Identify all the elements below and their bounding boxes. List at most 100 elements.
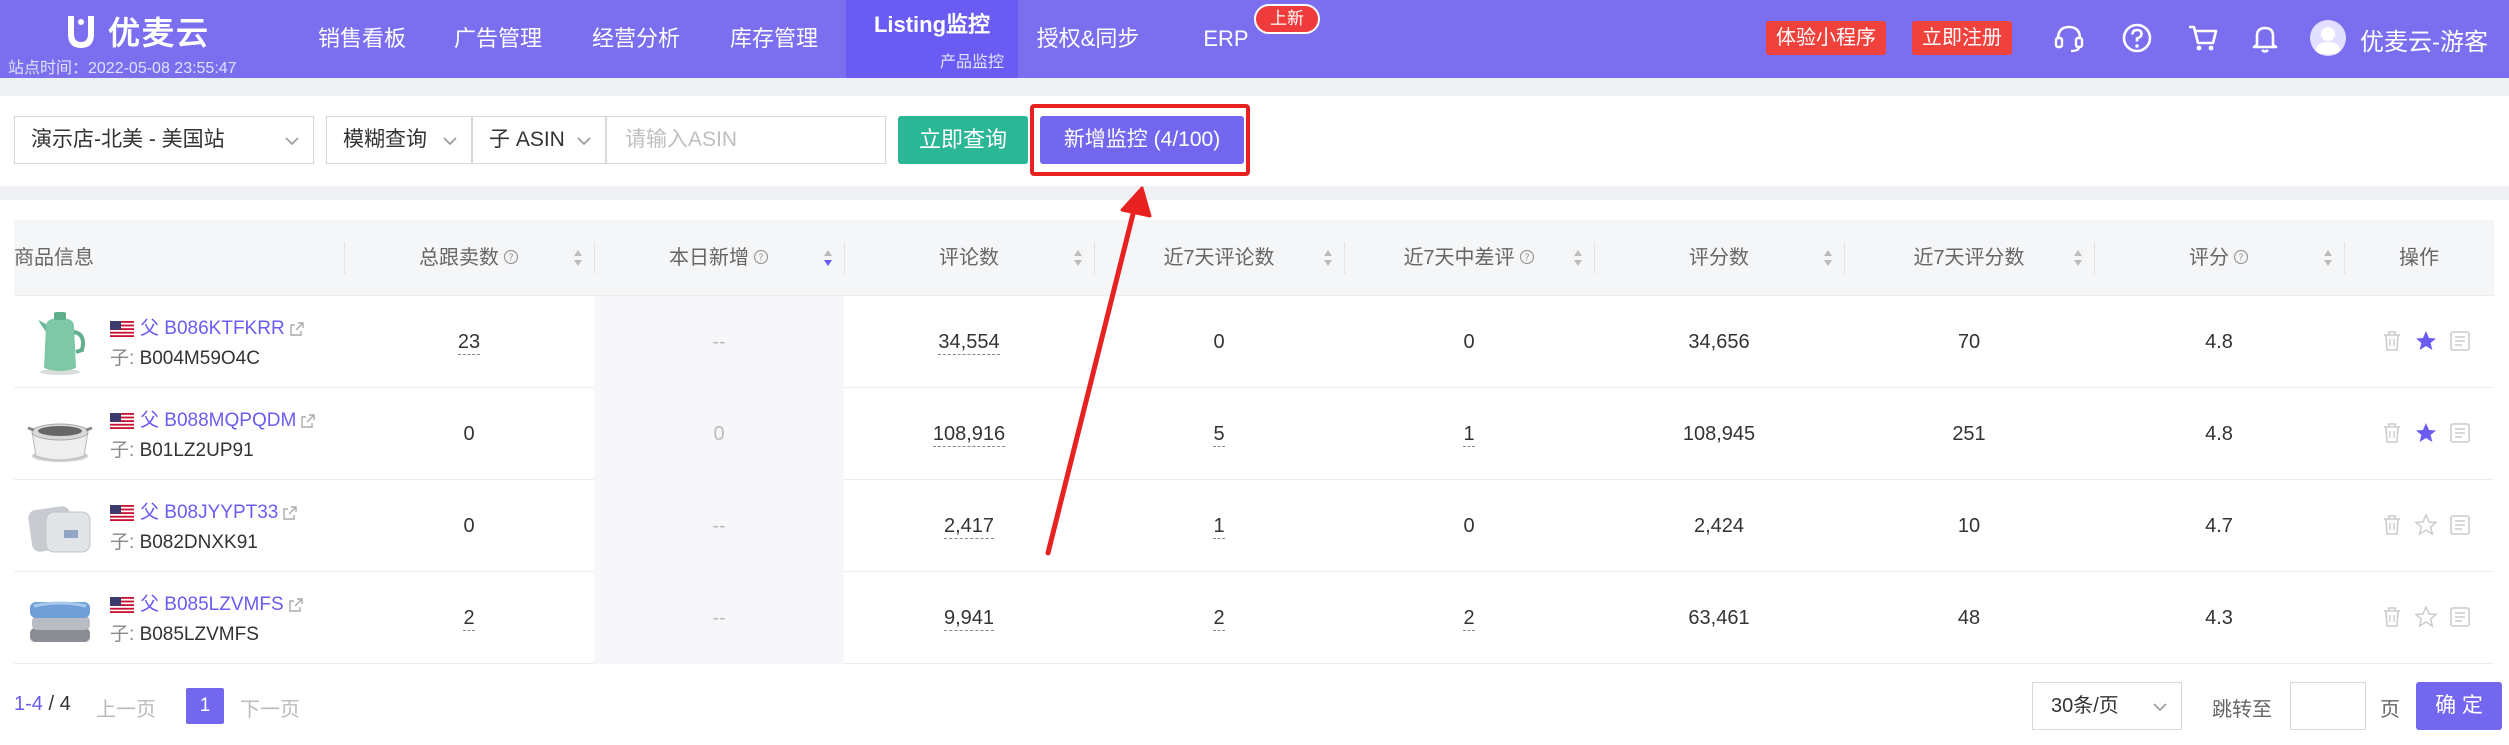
avatar[interactable] (2310, 20, 2346, 56)
star-filled-icon[interactable] (2414, 329, 2438, 353)
external-link-icon[interactable] (289, 321, 305, 337)
ratings-value: 34,656 (1688, 331, 1750, 353)
page-size-select[interactable]: 30条/页 (2032, 682, 2182, 730)
delete-trash-icon[interactable] (2380, 421, 2404, 445)
col-negative-7d[interactable]: 近7天中差评? (1344, 220, 1594, 296)
jump-confirm-button[interactable]: 确 定 (2416, 682, 2502, 730)
nav-auth-sync[interactable]: 授权&同步 (1026, 0, 1150, 78)
question-icon[interactable]: ? (1519, 249, 1535, 265)
negative-7d-value[interactable]: 1 (1463, 422, 1475, 447)
star-filled-icon[interactable] (2414, 421, 2438, 445)
col-ratings-7d[interactable]: 近7天评分数 (1844, 220, 2094, 296)
username[interactable]: 优麦云-游客 (2360, 22, 2488, 57)
support-headset-icon[interactable] (2052, 21, 2086, 55)
query-button[interactable]: 立即查询 (898, 116, 1028, 164)
sellers-cell: 0 (344, 480, 594, 572)
col-ratings[interactable]: 评分数 (1594, 220, 1844, 296)
delete-trash-icon[interactable] (2380, 329, 2404, 353)
score-cell: 4.7 (2094, 480, 2344, 572)
sort-icon[interactable] (1822, 246, 1834, 270)
sellers-value[interactable]: 23 (457, 330, 481, 355)
product-asins: 父 B085LZVMFS 子: B085LZVMFS (110, 590, 304, 650)
product-thumbnail[interactable] (24, 582, 96, 654)
match-mode-select[interactable]: 模糊查询 (326, 116, 472, 164)
table-header: 商品信息 总跟卖数? 本日新增? 评论数 近7天评论数 近7天中差评? 评分数 … (14, 220, 2494, 296)
nav-ad-management[interactable]: 广告管理 (436, 0, 560, 78)
question-icon[interactable]: ? (753, 249, 769, 265)
col-reviews[interactable]: 评论数 (844, 220, 1094, 296)
external-link-icon[interactable] (288, 597, 304, 613)
next-page-button[interactable]: 下一页 (240, 693, 300, 722)
sort-icon[interactable] (822, 246, 834, 270)
nav-erp[interactable]: ERP (1186, 0, 1266, 78)
today-new-value: -- (712, 515, 726, 537)
parent-asin-line: 父 B085LZVMFS (110, 590, 304, 620)
nav-sales-dashboard[interactable]: 销售看板 (300, 0, 424, 78)
page-unit-label: 页 (2380, 699, 2400, 721)
question-icon[interactable]: ? (503, 249, 519, 265)
product-thumbnail[interactable] (24, 490, 96, 562)
sort-icon[interactable] (572, 246, 584, 270)
reviews-value[interactable]: 2,417 (943, 514, 995, 539)
sellers-value[interactable]: 2 (463, 606, 475, 631)
external-link-icon[interactable] (282, 505, 298, 521)
delete-trash-icon[interactable] (2380, 605, 2404, 629)
reviews-cell: 2,417 (844, 480, 1094, 572)
sort-icon[interactable] (1322, 246, 1334, 270)
delete-trash-icon[interactable] (2380, 513, 2404, 537)
nav-label: 经营分析 (591, 26, 680, 51)
chevron-down-icon (577, 137, 591, 146)
logo-text: 优麦云 (108, 15, 211, 51)
cart-icon[interactable] (2186, 21, 2220, 55)
external-link-icon[interactable] (300, 413, 316, 429)
detail-list-icon[interactable] (2448, 421, 2472, 445)
bell-icon[interactable] (2248, 21, 2282, 55)
product-thumbnail[interactable] (24, 306, 96, 378)
col-score[interactable]: 评分? (2094, 220, 2344, 296)
register-button[interactable]: 立即注册 (1912, 21, 2012, 55)
asin-type-select[interactable]: 子 ASIN (472, 116, 606, 164)
prev-page-button[interactable]: 上一页 (96, 693, 156, 722)
asin-input[interactable]: 请输入ASIN (606, 116, 886, 164)
product-thumbnail[interactable] (24, 398, 96, 470)
score-cell: 4.3 (2094, 572, 2344, 664)
parent-asin-link[interactable]: B08JYYPT33 (164, 498, 278, 528)
detail-list-icon[interactable] (2448, 329, 2472, 353)
sort-icon[interactable] (1072, 246, 1084, 270)
current-page-button[interactable]: 1 (186, 688, 224, 724)
help-icon[interactable] (2120, 21, 2154, 55)
col-reviews-7d[interactable]: 近7天评论数 (1094, 220, 1344, 296)
reviews-7d-value[interactable]: 2 (1213, 606, 1225, 631)
parent-asin-link[interactable]: B088MQPQDM (164, 406, 296, 436)
reviews-7d-value[interactable]: 1 (1213, 514, 1225, 539)
question-icon[interactable]: ? (2233, 249, 2249, 265)
score-value: 4.8 (2205, 331, 2233, 353)
reviews-value[interactable]: 34,554 (938, 330, 1000, 355)
reviews-cell: 9,941 (844, 572, 1094, 664)
detail-list-icon[interactable] (2448, 513, 2472, 537)
nav-listing-monitor[interactable]: Listing监控 产品监控 (846, 0, 1018, 78)
jump-page-input[interactable] (2290, 682, 2366, 730)
parent-asin-link[interactable]: B085LZVMFS (164, 590, 283, 620)
nav-business-analysis[interactable]: 经营分析 (574, 0, 698, 78)
mini-program-button[interactable]: 体验小程序 (1766, 21, 1886, 55)
star-outline-icon[interactable] (2414, 513, 2438, 537)
nav-inventory[interactable]: 库存管理 (712, 0, 836, 78)
col-total-sellers[interactable]: 总跟卖数? (344, 220, 594, 296)
sort-icon[interactable] (1572, 246, 1584, 270)
match-mode-value: 模糊查询 (343, 128, 427, 151)
parent-asin-line: 父 B08JYYPT33 (110, 498, 298, 528)
reviews-value[interactable]: 108,916 (932, 422, 1006, 447)
negative-7d-value[interactable]: 2 (1463, 606, 1475, 631)
logo[interactable]: 优麦云 (62, 8, 210, 54)
reviews-value[interactable]: 9,941 (943, 606, 995, 631)
reviews-7d-value[interactable]: 5 (1213, 422, 1225, 447)
star-outline-icon[interactable] (2414, 605, 2438, 629)
ratings-value: 108,945 (1682, 423, 1756, 445)
col-today-new[interactable]: 本日新增? (594, 220, 844, 296)
store-select[interactable]: 演示店-北美 - 美国站 (14, 116, 314, 164)
detail-list-icon[interactable] (2448, 605, 2472, 629)
sort-icon[interactable] (2072, 246, 2084, 270)
parent-asin-link[interactable]: B086KTFKRR (164, 314, 284, 344)
sort-icon[interactable] (2322, 246, 2334, 270)
